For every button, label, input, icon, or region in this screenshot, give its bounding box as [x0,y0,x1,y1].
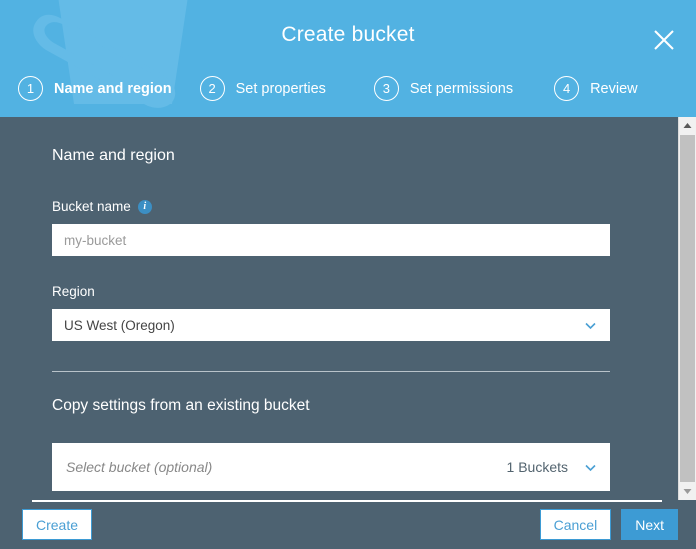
step-indicator: 1 Name and region 2 Set properties 3 Set… [18,76,686,101]
step-name-and-region[interactable]: 1 Name and region [18,76,172,101]
step-set-properties[interactable]: 2 Set properties [200,76,326,101]
dialog-header: Create bucket 1 Name and region 2 Set pr… [0,0,696,117]
step-label: Set properties [236,81,326,97]
step-number: 4 [554,76,579,101]
bucket-name-label: Bucket name i [52,199,696,214]
bucket-name-label-text: Bucket name [52,199,131,214]
region-label: Region [52,284,696,299]
step-number: 3 [374,76,399,101]
caret-up-icon [683,122,692,129]
caret-down-icon [683,488,692,495]
region-select[interactable]: US West (Oregon) [52,309,610,341]
bucket-count-label: 1 Buckets [507,459,568,475]
page-title: Create bucket [0,23,696,47]
scrollbar-up-button[interactable] [679,117,696,134]
chevron-down-icon [584,319,597,332]
step-number: 1 [18,76,43,101]
info-icon[interactable]: i [138,200,152,214]
copy-settings-heading: Copy settings from an existing bucket [52,397,696,415]
vertical-scrollbar[interactable] [678,117,696,500]
step-set-permissions[interactable]: 3 Set permissions [374,76,513,101]
step-review[interactable]: 4 Review [554,76,638,101]
step-label: Review [590,81,638,97]
scrollbar-track[interactable] [679,134,696,483]
dialog-body: Name and region Bucket name i Region US … [0,117,696,500]
form-area: Name and region Bucket name i Region US … [0,117,696,500]
step-label: Set permissions [410,81,513,97]
copy-bucket-placeholder: Select bucket (optional) [66,459,507,475]
chevron-down-icon [584,461,597,474]
footer-divider [32,500,662,502]
cancel-button[interactable]: Cancel [540,509,612,540]
copy-bucket-select[interactable]: Select bucket (optional) 1 Buckets [52,443,610,491]
region-selected-value: US West (Oregon) [64,318,584,333]
scrollbar-thumb[interactable] [680,135,695,482]
section-heading: Name and region [52,147,696,165]
create-bucket-dialog: Create bucket 1 Name and region 2 Set pr… [0,0,696,549]
step-number: 2 [200,76,225,101]
section-divider [52,371,610,372]
scrollbar-down-button[interactable] [679,483,696,500]
next-button[interactable]: Next [621,509,678,540]
dialog-footer: Create Cancel Next [0,500,696,549]
create-button[interactable]: Create [22,509,92,540]
region-label-text: Region [52,284,95,299]
footer-actions: Cancel Next [540,509,678,540]
step-label: Name and region [54,81,172,97]
close-icon[interactable] [650,26,678,54]
bucket-name-input[interactable] [52,224,610,256]
